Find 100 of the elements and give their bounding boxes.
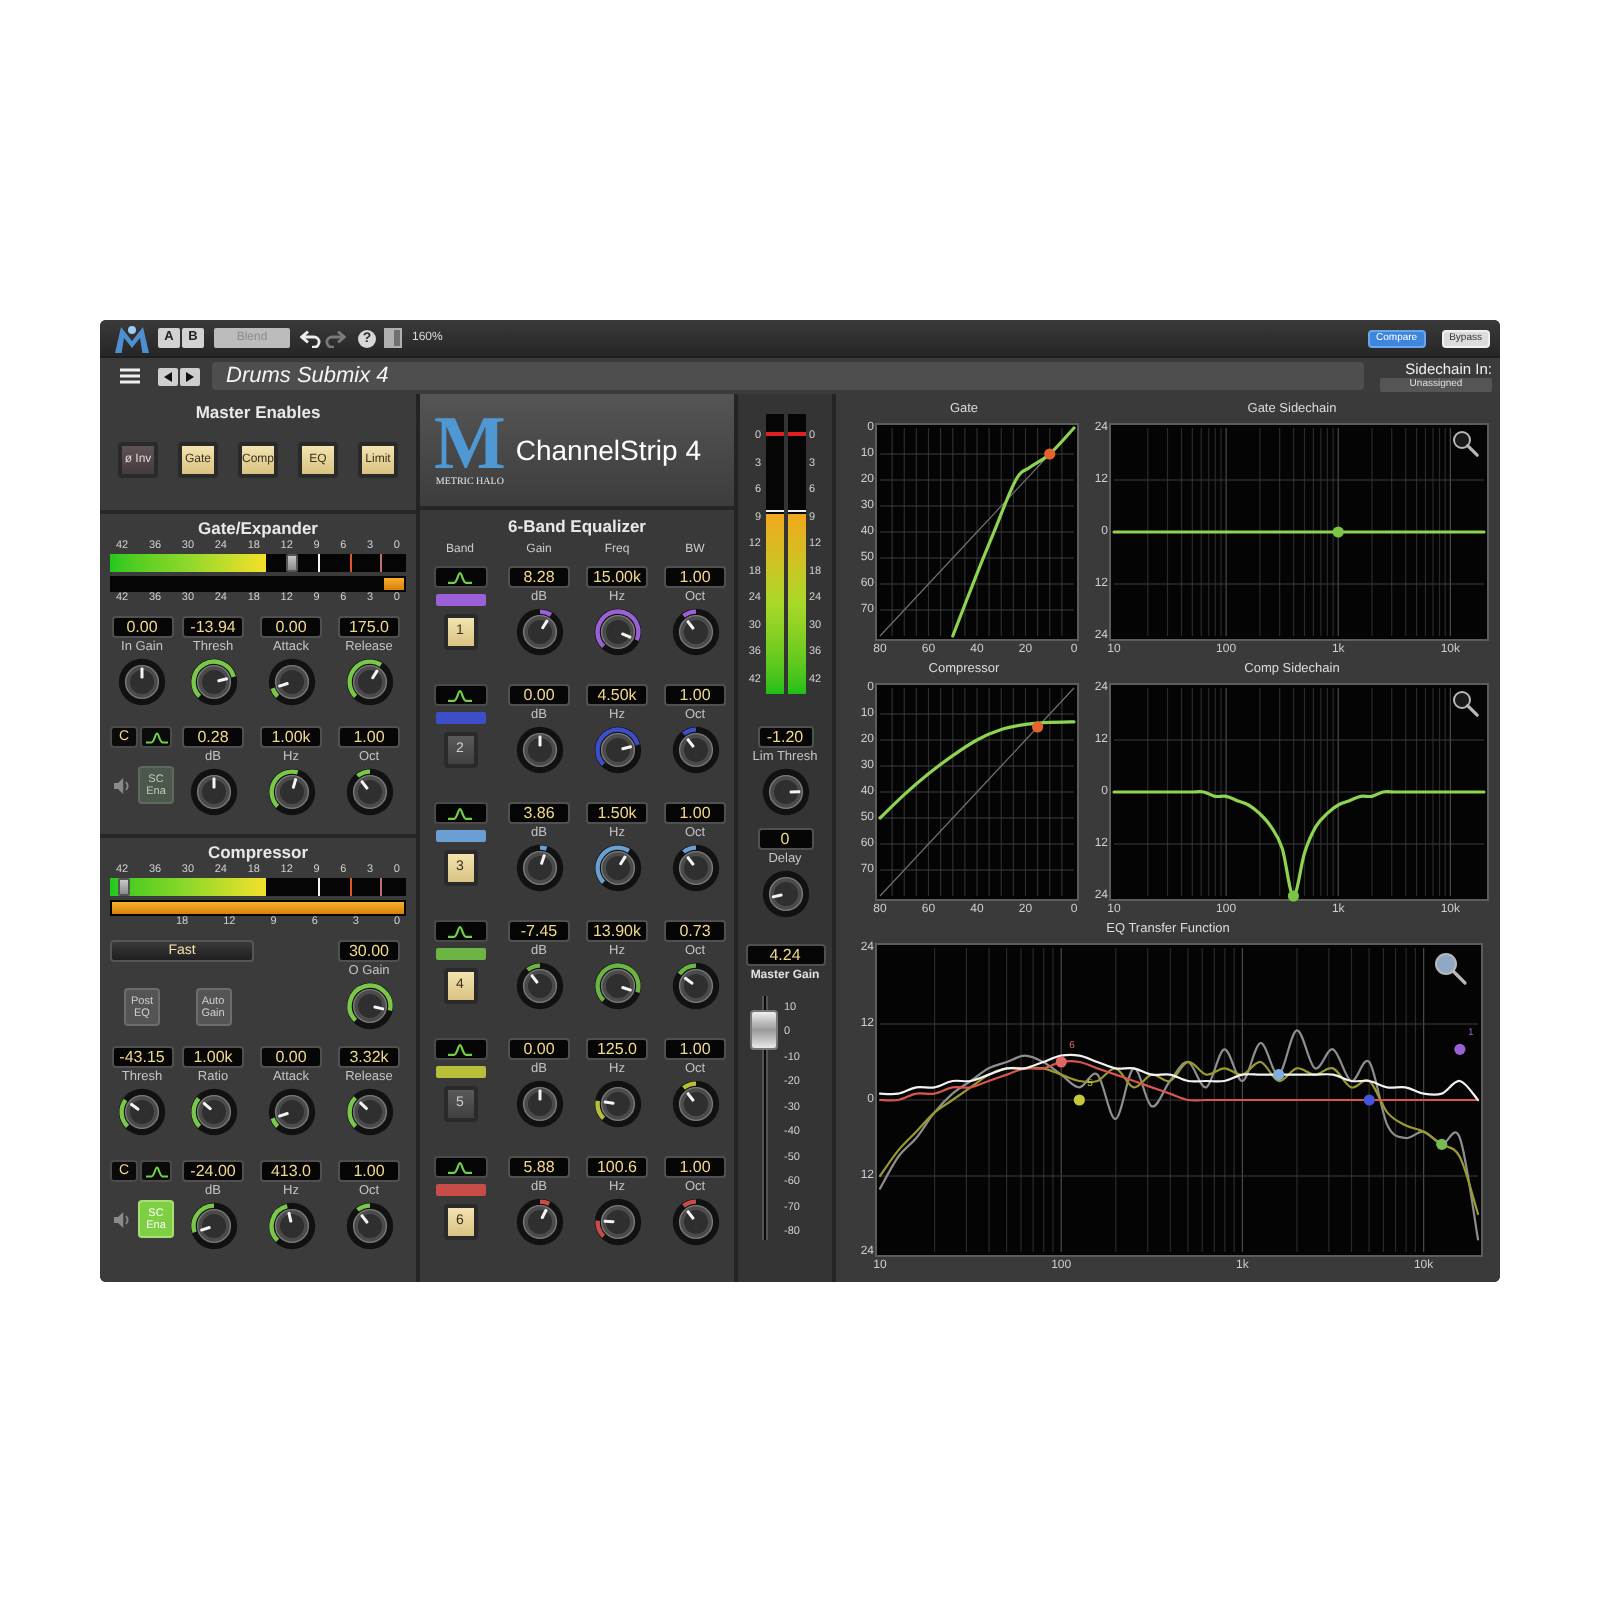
- previous-preset-button[interactable]: [158, 367, 178, 385]
- next-preset-button[interactable]: [180, 367, 200, 385]
- filter-shape-button[interactable]: [140, 1160, 172, 1182]
- value-field[interactable]: 0: [757, 828, 813, 850]
- control-point[interactable]: [1055, 1056, 1067, 1068]
- filter-shape-button[interactable]: [433, 684, 487, 706]
- fader-track[interactable]: [750, 996, 778, 1240]
- value-field[interactable]: 1.00: [664, 1156, 726, 1178]
- filter-shape-button[interactable]: [433, 802, 487, 824]
- knob[interactable]: [671, 962, 719, 1010]
- filter-shape-button[interactable]: [433, 1038, 487, 1060]
- value-field[interactable]: 5.88: [508, 1156, 570, 1178]
- magnifier-icon[interactable]: [1453, 691, 1479, 717]
- control-point[interactable]: [1287, 890, 1299, 902]
- control-point[interactable]: [1273, 1069, 1285, 1081]
- value-field[interactable]: -1.20: [757, 726, 813, 748]
- value-field[interactable]: 100.6: [586, 1156, 648, 1178]
- value-field[interactable]: -7.45: [508, 920, 570, 942]
- value-field[interactable]: 0.28: [182, 726, 244, 748]
- value-field[interactable]: -13.94: [182, 616, 244, 638]
- value-field[interactable]: 0.00: [508, 684, 570, 706]
- knob[interactable]: [118, 1088, 166, 1136]
- menu-icon[interactable]: [120, 368, 140, 384]
- speaker-icon[interactable]: [114, 1211, 130, 1227]
- value-field[interactable]: 15.00k: [586, 566, 648, 588]
- value-field[interactable]: 0.00: [508, 1038, 570, 1060]
- value-field[interactable]: 1.00: [664, 684, 726, 706]
- preset-name-field[interactable]: Drums Submix 4: [212, 362, 1364, 390]
- value-field[interactable]: -24.00: [182, 1160, 244, 1182]
- knob[interactable]: [515, 844, 563, 892]
- value-field[interactable]: 13.90k: [586, 920, 648, 942]
- control-point[interactable]: [1044, 448, 1056, 460]
- filter-shape-button[interactable]: [140, 726, 172, 748]
- filter-shape-button[interactable]: [433, 920, 487, 942]
- value-field[interactable]: 125.0: [586, 1038, 648, 1060]
- threshold-handle[interactable]: [118, 878, 131, 896]
- value-field[interactable]: 4.24: [745, 944, 825, 966]
- value-field[interactable]: 4.50k: [586, 684, 648, 706]
- knob[interactable]: [671, 1080, 719, 1128]
- value-field[interactable]: 0.00: [111, 616, 173, 638]
- value-field[interactable]: 3.86: [508, 802, 570, 824]
- value-field[interactable]: 175.0: [338, 616, 400, 638]
- knob[interactable]: [345, 1088, 393, 1136]
- value-field[interactable]: 413.0: [260, 1160, 322, 1182]
- speaker-icon[interactable]: [114, 777, 130, 793]
- magnifier-icon[interactable]: [1435, 953, 1467, 985]
- knob[interactable]: [267, 1202, 315, 1250]
- knob[interactable]: [267, 1088, 315, 1136]
- value-field[interactable]: 1.50k: [586, 802, 648, 824]
- value-field[interactable]: 1.00: [338, 1160, 400, 1182]
- value-field[interactable]: 8.28: [508, 566, 570, 588]
- knob[interactable]: [267, 768, 315, 816]
- knob[interactable]: [593, 1080, 641, 1128]
- knob[interactable]: [515, 608, 563, 656]
- knob[interactable]: [671, 844, 719, 892]
- knob[interactable]: [671, 608, 719, 656]
- knob[interactable]: [761, 768, 809, 816]
- knob[interactable]: [515, 1198, 563, 1246]
- value-field[interactable]: 1.00: [338, 726, 400, 748]
- knob[interactable]: [345, 1202, 393, 1250]
- control-point[interactable]: [1436, 1138, 1448, 1150]
- knob[interactable]: [345, 982, 393, 1030]
- value-field[interactable]: 1.00: [664, 802, 726, 824]
- knob[interactable]: [118, 658, 166, 706]
- threshold-handle[interactable]: [286, 554, 299, 572]
- knob[interactable]: [515, 962, 563, 1010]
- value-field[interactable]: 3.32k: [338, 1046, 400, 1068]
- undo-icon[interactable]: [300, 329, 322, 347]
- value-field[interactable]: 30.00: [338, 940, 400, 962]
- knob[interactable]: [593, 1198, 641, 1246]
- knob[interactable]: [189, 768, 237, 816]
- knob[interactable]: [593, 844, 641, 892]
- knob[interactable]: [593, 608, 641, 656]
- value-field[interactable]: 0.00: [260, 1046, 322, 1068]
- value-field[interactable]: 0.73: [664, 920, 726, 942]
- value-field[interactable]: 0.00: [260, 616, 322, 638]
- control-point[interactable]: [1032, 721, 1044, 733]
- magnifier-icon[interactable]: [1453, 431, 1479, 457]
- knob[interactable]: [671, 1198, 719, 1246]
- value-field[interactable]: 1.00: [664, 566, 726, 588]
- fader-thumb[interactable]: [750, 1010, 778, 1051]
- filter-shape-button[interactable]: [433, 566, 487, 588]
- value-field[interactable]: 1.00k: [182, 1046, 244, 1068]
- knob[interactable]: [515, 1080, 563, 1128]
- value-field[interactable]: -43.15: [111, 1046, 173, 1068]
- value-field[interactable]: 1.00k: [260, 726, 322, 748]
- knob[interactable]: [671, 726, 719, 774]
- knob[interactable]: [345, 768, 393, 816]
- knob[interactable]: [267, 658, 315, 706]
- control-point[interactable]: [1332, 526, 1344, 538]
- knob[interactable]: [345, 658, 393, 706]
- value-field[interactable]: 1.00: [664, 1038, 726, 1060]
- knob[interactable]: [515, 726, 563, 774]
- control-point[interactable]: [1073, 1094, 1085, 1106]
- knob[interactable]: [761, 870, 809, 918]
- knob[interactable]: [593, 962, 641, 1010]
- knob[interactable]: [593, 726, 641, 774]
- knob[interactable]: [189, 658, 237, 706]
- filter-shape-button[interactable]: [433, 1156, 487, 1178]
- knob[interactable]: [189, 1088, 237, 1136]
